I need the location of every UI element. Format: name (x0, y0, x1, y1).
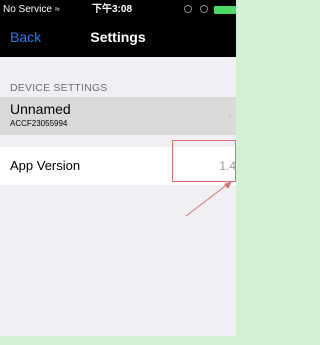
navigation-bar: Back Settings (0, 19, 236, 57)
page-title: Settings (90, 29, 146, 45)
device-serial: ACCF23055994 (10, 119, 68, 128)
device-row[interactable]: Unnamed ACCF23055994 › (0, 97, 236, 135)
wifi-icon: ≈ (54, 4, 60, 14)
phone-frame: No Service ≈ 下午3:08 Back Settings DEVICE … (0, 0, 250, 345)
section-header: DEVICE SETTINGS (10, 82, 108, 94)
carrier-label: No Service (3, 4, 52, 15)
orientation-lock-icon (200, 5, 208, 13)
status-time: 下午3:08 (92, 4, 133, 15)
app-version-label: App Version (10, 158, 81, 173)
annotation-highlight-box (172, 140, 236, 182)
settings-screen: No Service ≈ 下午3:08 Back Settings DEVICE … (0, 0, 236, 336)
status-bar: No Service ≈ 下午3:08 (0, 0, 236, 19)
moon-icon (184, 5, 192, 13)
chevron-right-icon: › (227, 108, 232, 123)
battery-icon (214, 6, 236, 14)
device-name: Unnamed (10, 101, 71, 117)
carrier-text: No Service ≈ (3, 0, 60, 19)
